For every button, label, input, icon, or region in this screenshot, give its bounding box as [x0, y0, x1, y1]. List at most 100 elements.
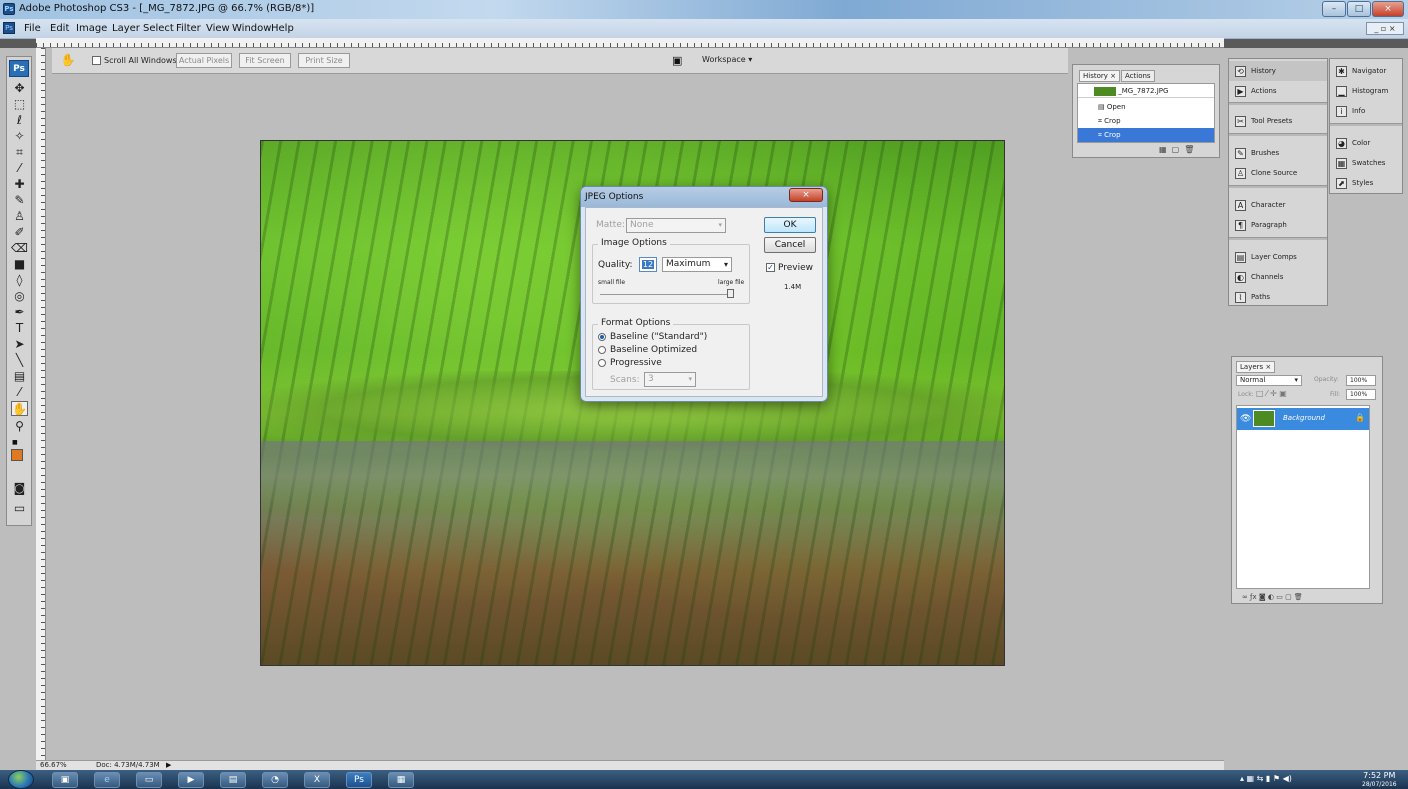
move-tool-icon[interactable]: ✥: [11, 81, 28, 96]
taskbar-doc-icon[interactable]: ▦: [388, 772, 414, 788]
menu-window[interactable]: Window: [232, 23, 271, 34]
history-footer-icons[interactable]: ▦ ▢ 🗑: [1159, 145, 1194, 154]
dock-paragraph[interactable]: ¶ Paragraph: [1229, 215, 1327, 235]
ok-button[interactable]: OK: [764, 217, 816, 233]
dock-info[interactable]: i Info: [1330, 101, 1402, 121]
marquee-tool-icon[interactable]: ⬚: [11, 97, 28, 112]
dock-character[interactable]: A Character: [1229, 195, 1327, 215]
layers-footer-icons[interactable]: ∞ ƒx ◙ ◐ ▭ ▢ 🗑: [1242, 593, 1303, 601]
workspace-icon[interactable]: ▣: [672, 54, 688, 68]
type-tool-icon[interactable]: T: [11, 321, 28, 336]
menu-layer[interactable]: Layer: [112, 23, 140, 34]
cancel-button[interactable]: Cancel: [764, 237, 816, 253]
magic-wand-tool-icon[interactable]: ✧: [11, 129, 28, 144]
system-tray-icons[interactable]: ▴ ▦ ⇆ ▮ ⚑ ◀): [1240, 774, 1292, 783]
taskbar-ie-icon[interactable]: e: [94, 772, 120, 788]
scans-select[interactable]: 3 ▾: [644, 372, 696, 387]
notes-tool-icon[interactable]: ▤: [11, 369, 28, 384]
minimize-button[interactable]: –: [1322, 1, 1346, 17]
menu-filter[interactable]: Filter: [176, 23, 201, 34]
pen-tool-icon[interactable]: ✒: [11, 305, 28, 320]
history-brush-tool-icon[interactable]: ✐: [11, 225, 28, 240]
tab-history[interactable]: History ×: [1079, 70, 1120, 82]
clock[interactable]: 7:52 PM 28/07/2016: [1362, 771, 1397, 789]
dock-tool-presets[interactable]: ✂ Tool Presets: [1229, 111, 1327, 131]
menu-image[interactable]: Image: [76, 23, 107, 34]
history-item-crop-selected[interactable]: ⌗ Crop: [1078, 128, 1214, 142]
quality-input[interactable]: 12: [639, 257, 657, 272]
menu-help[interactable]: Help: [271, 23, 294, 34]
workspace-menu[interactable]: Workspace ▾: [702, 55, 752, 64]
menu-view[interactable]: View: [206, 23, 230, 34]
dock-channels[interactable]: ◐ Channels: [1229, 267, 1327, 287]
dock-styles[interactable]: ⬈ Styles: [1330, 173, 1402, 193]
dialog-close-button[interactable]: ×: [789, 188, 823, 202]
quality-preset-select[interactable]: Maximum ▾: [662, 257, 732, 272]
history-item-crop[interactable]: ⌗ Crop: [1078, 114, 1214, 128]
progressive-radio[interactable]: [598, 359, 606, 367]
crop-tool-icon[interactable]: ⌗: [11, 145, 28, 160]
actual-pixels-button[interactable]: Actual Pixels: [176, 53, 232, 68]
matte-select[interactable]: None ▾: [626, 218, 726, 233]
taskbar-window-icon[interactable]: ▤: [220, 772, 246, 788]
zoom-level[interactable]: 66.67%: [40, 761, 67, 769]
screen-mode-icon[interactable]: ▭: [11, 501, 28, 516]
maximize-button[interactable]: □: [1347, 1, 1371, 17]
preview-checkbox[interactable]: ✓: [766, 263, 775, 272]
menu-edit[interactable]: Edit: [50, 23, 69, 34]
dock-brushes[interactable]: ✎ Brushes: [1229, 143, 1327, 163]
dock-clone-source[interactable]: ♙ Clone Source: [1229, 163, 1327, 183]
dock-swatches[interactable]: ▦ Swatches: [1330, 153, 1402, 173]
menu-select[interactable]: Select: [143, 23, 174, 34]
scroll-all-windows-checkbox[interactable]: [92, 56, 101, 65]
document-icon[interactable]: Ps: [3, 22, 15, 34]
eyedropper-tool-icon[interactable]: ⁄: [11, 385, 28, 400]
dock-actions[interactable]: ▶ Actions: [1229, 81, 1327, 101]
taskbar-folder-icon[interactable]: ▭: [136, 772, 162, 788]
quick-mask-icon[interactable]: ◙: [11, 481, 28, 496]
dock-paths[interactable]: ⌇ Paths: [1229, 287, 1327, 307]
print-size-button[interactable]: Print Size: [298, 53, 350, 68]
taskbar-explorer-icon[interactable]: ▣: [52, 772, 78, 788]
document-window-controls[interactable]: _ ▫ ×: [1366, 22, 1404, 35]
menu-file[interactable]: File: [24, 23, 41, 34]
foreground-color-swatch[interactable]: [11, 449, 23, 461]
path-selection-tool-icon[interactable]: ➤: [11, 337, 28, 352]
gradient-tool-icon[interactable]: ■: [11, 257, 28, 272]
history-snapshot[interactable]: _MG_7872.JPG: [1078, 84, 1214, 98]
brush-tool-icon[interactable]: ✎: [11, 193, 28, 208]
line-tool-icon[interactable]: ╲: [11, 353, 28, 368]
fill-input[interactable]: 100%: [1346, 389, 1376, 400]
baseline-standard-radio[interactable]: [598, 333, 606, 341]
visibility-eye-icon[interactable]: 👁: [1240, 414, 1251, 424]
dock-layer-comps[interactable]: ▤ Layer Comps: [1229, 247, 1327, 267]
taskbar-media-icon[interactable]: ▶: [178, 772, 204, 788]
history-item-open[interactable]: ▤ Open: [1078, 100, 1214, 114]
layer-row-background[interactable]: 👁 Background 🔒: [1237, 408, 1369, 430]
healing-brush-tool-icon[interactable]: ✚: [11, 177, 28, 192]
start-button[interactable]: [8, 770, 34, 789]
clone-stamp-tool-icon[interactable]: ♙: [11, 209, 28, 224]
default-colors-icon[interactable]: ■: [12, 439, 20, 446]
blur-tool-icon[interactable]: ◊: [11, 273, 28, 288]
taskbar-app-icon[interactable]: ◔: [262, 772, 288, 788]
hand-tool-preset-icon[interactable]: ✋: [58, 53, 78, 68]
tab-actions[interactable]: Actions: [1121, 70, 1155, 82]
opacity-input[interactable]: 100%: [1346, 375, 1376, 386]
photoshop-logo[interactable]: Ps: [9, 60, 29, 77]
lasso-tool-icon[interactable]: ℓ: [11, 113, 28, 128]
slice-tool-icon[interactable]: ⁄: [11, 161, 28, 176]
dock-color[interactable]: ◕ Color: [1330, 133, 1402, 153]
eraser-tool-icon[interactable]: ⌫: [11, 241, 28, 256]
fit-screen-button[interactable]: Fit Screen: [239, 53, 291, 68]
dock-navigator[interactable]: ✱ Navigator: [1330, 61, 1402, 81]
quality-slider-track[interactable]: [600, 294, 734, 295]
lock-icons[interactable]: □ ⁄ ✛ ▣: [1256, 389, 1287, 398]
dock-history[interactable]: ⟲ History: [1229, 61, 1327, 81]
status-menu-arrow-icon[interactable]: ▶: [166, 761, 176, 769]
taskbar-excel-icon[interactable]: X: [304, 772, 330, 788]
hand-tool-icon[interactable]: ✋: [11, 401, 28, 416]
baseline-optimized-radio[interactable]: [598, 346, 606, 354]
close-button[interactable]: ×: [1372, 1, 1404, 17]
dock-histogram[interactable]: ▁ Histogram: [1330, 81, 1402, 101]
